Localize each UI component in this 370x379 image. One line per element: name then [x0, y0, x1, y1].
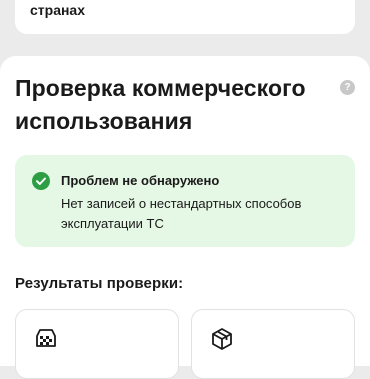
result-card-taxi[interactable] [15, 309, 179, 379]
status-description: Нет записей о нестандартных способов экс… [61, 196, 302, 231]
status-title: Проблем не обнаружено [61, 173, 220, 188]
previous-card: странах [15, 0, 355, 34]
question-icon[interactable]: ? [340, 80, 355, 95]
taxi-icon [36, 329, 56, 347]
results-label: Результаты проверки: [15, 275, 184, 292]
box-icon [212, 328, 232, 350]
previous-card-text: странах [30, 2, 86, 18]
status-card: Проблем не обнаружено Нет записей о нест… [15, 155, 355, 247]
section-title: Проверка коммерческого использования [15, 75, 306, 134]
commercial-use-section: Проверка коммерческого использования ? П… [0, 56, 370, 379]
result-card-box[interactable] [191, 309, 355, 379]
check-circle-icon [32, 172, 50, 190]
